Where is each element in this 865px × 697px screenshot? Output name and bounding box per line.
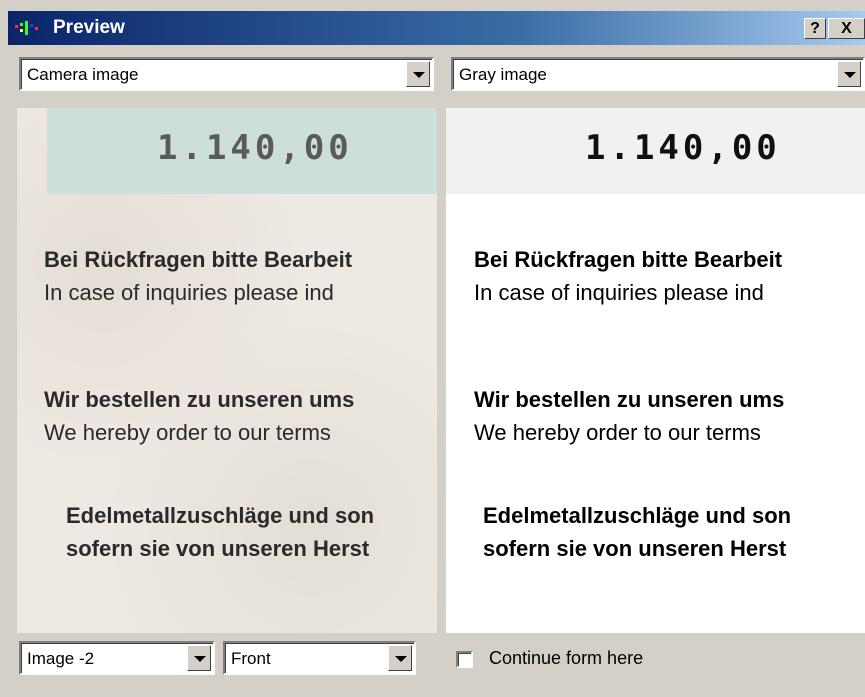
chevron-down-icon[interactable] (837, 61, 861, 87)
doc-line: We hereby order to our terms (474, 420, 761, 445)
doc-line: Bei Rückfragen bitte Bearbeit (44, 247, 353, 272)
doc-line: Wir bestellen zu unseren ums (44, 387, 355, 412)
app-icon (15, 21, 38, 35)
close-button[interactable]: X (828, 18, 865, 39)
camera-image-pane[interactable]: 1.140,00 Bei Rückfragen bitte Bearbeit I… (17, 108, 437, 633)
output-image-select[interactable]: Gray image (451, 57, 865, 91)
output-image-value: Gray image (459, 65, 547, 84)
doc-line: sofern sie von unseren Herst (483, 536, 787, 561)
doc-line: Edelmetallzuschläge und son (66, 503, 375, 528)
source-image-value: Camera image (27, 65, 139, 84)
title-bar[interactable]: Preview ? X (8, 11, 865, 45)
help-button[interactable]: ? (804, 18, 826, 39)
preview-window: Preview ? X Camera image Gray image 1.14… (0, 0, 865, 697)
chevron-down-icon[interactable] (388, 645, 412, 671)
doc-line: Wir bestellen zu unseren ums (474, 387, 785, 412)
amount-text: 1.140,00 (585, 128, 781, 168)
continue-form-checkbox[interactable] (456, 651, 473, 668)
image-number-value: Image -2 (27, 649, 95, 668)
image-number-select[interactable]: Image -2 (19, 641, 215, 675)
chevron-down-icon[interactable] (187, 645, 211, 671)
doc-line: In case of inquiries please ind (44, 280, 334, 305)
doc-line: We hereby order to our terms (44, 420, 331, 445)
doc-line: sofern sie von unseren Herst (66, 536, 370, 561)
chevron-down-icon[interactable] (406, 61, 430, 87)
gray-image-pane[interactable]: 1.140,00 Bei Rückfragen bitte Bearbeit I… (446, 108, 865, 633)
source-image-select[interactable]: Camera image (19, 57, 434, 91)
amount-text: 1.140,00 (157, 128, 353, 168)
doc-line: Edelmetallzuschläge und son (483, 503, 792, 528)
doc-line: In case of inquiries please ind (474, 280, 764, 305)
side-value: Front (231, 649, 271, 668)
doc-line: Bei Rückfragen bitte Bearbeit (474, 247, 783, 272)
window-title: Preview (53, 17, 125, 38)
continue-form-label[interactable]: Continue form here (489, 648, 643, 669)
side-select[interactable]: Front (223, 641, 416, 675)
